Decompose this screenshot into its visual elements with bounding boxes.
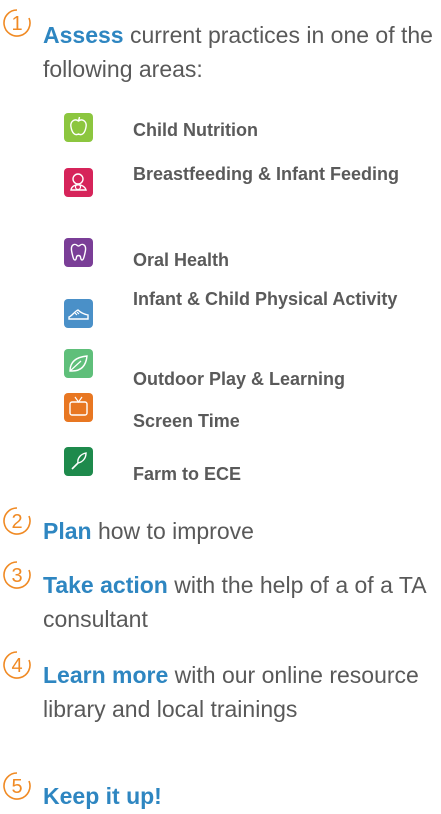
step-number-2: 2 [2, 506, 32, 536]
svg-text:3: 3 [11, 565, 22, 587]
step-number-1: 1 [2, 8, 32, 38]
trowel-icon [64, 447, 93, 476]
step-4-text: Learn more with our online resource libr… [43, 658, 435, 726]
step-5-text: Keep it up! [43, 779, 435, 813]
sneaker-icon [64, 299, 93, 328]
area-label: Farm to ECE [133, 464, 242, 484]
leaf-icon [64, 349, 93, 378]
step-4-keyword: Learn more [43, 662, 169, 688]
area-label: Infant & Child Physical Activity [133, 289, 398, 309]
circle-number-icon: 5 [3, 772, 31, 800]
circle-number-icon: 2 [3, 507, 31, 535]
tooth-icon [64, 238, 93, 267]
svg-text:2: 2 [11, 511, 22, 533]
circle-number-icon: 1 [3, 9, 31, 37]
area-label: Oral Health [133, 250, 230, 270]
step-2-text: Plan how to improve [43, 514, 435, 548]
area-label: Outdoor Play & Learning [133, 369, 346, 389]
step-1-keyword: Assess [43, 22, 124, 48]
step-number-4: 4 [2, 650, 32, 680]
tv-icon [64, 393, 93, 422]
svg-text:4: 4 [11, 655, 22, 677]
apple-icon [64, 113, 93, 142]
step-3-text: Take action with the help of a of a TA c… [43, 568, 435, 636]
svg-text:5: 5 [11, 776, 22, 798]
step-2-rest: how to improve [91, 518, 254, 544]
step-2-keyword: Plan [43, 518, 92, 544]
step-number-3: 3 [2, 560, 32, 590]
svg-text:1: 1 [11, 13, 22, 35]
circle-number-icon: 3 [3, 561, 31, 589]
area-label: Screen Time [133, 411, 240, 431]
circle-number-icon: 4 [3, 651, 31, 679]
step-3-keyword: Take action [43, 572, 168, 598]
step-5-keyword: Keep it up! [43, 783, 162, 809]
step-1-text: Assess current practices in one of the f… [43, 18, 435, 86]
step-number-5: 5 [2, 771, 32, 801]
area-label: Child Nutrition [133, 120, 258, 140]
area-label: Breastfeeding & Infant Feeding [133, 164, 400, 184]
mother-baby-icon [64, 168, 93, 197]
